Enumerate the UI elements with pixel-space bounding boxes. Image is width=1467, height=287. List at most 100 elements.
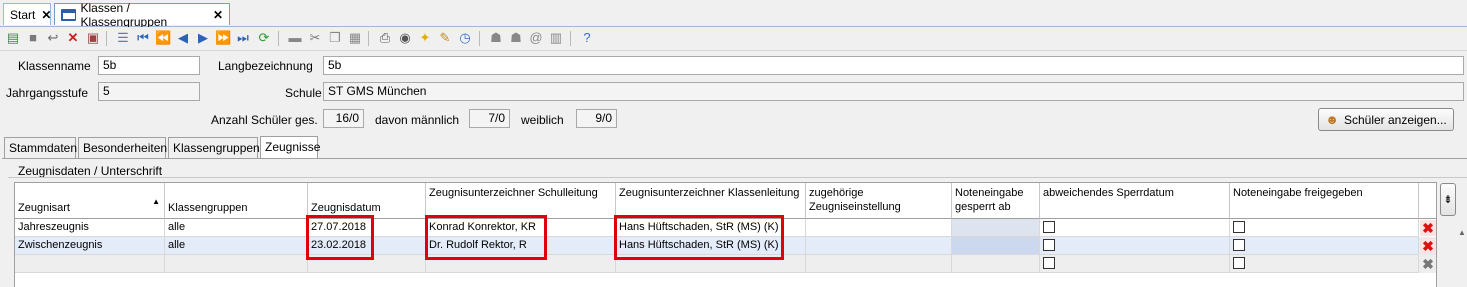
delete-icon[interactable]: ✕ — [65, 30, 81, 46]
next-record-icon[interactable]: ▶ — [195, 30, 211, 46]
sperrdatum-checkbox[interactable] — [1043, 257, 1055, 269]
preview-icon[interactable]: ◉ — [397, 30, 413, 46]
column-chooser-button[interactable]: ⇟ — [1440, 183, 1456, 216]
user-group-icon[interactable]: ☗ — [508, 30, 524, 46]
cell-sperrdatum[interactable] — [1040, 219, 1230, 237]
column-header-zeugnisart[interactable]: Zeugnisart ▲ — [15, 183, 165, 219]
toolbar: ▤ ■ ↩ ✕ ▣ ☰ ⏮ ⏪ ◀ ▶ ⏩ ⏭ ⟳ ▬ ✂ ❐ ▦ ⎙ ◉ ✦ … — [0, 27, 1467, 51]
cell-zeugnisart[interactable]: Zwischenzeugnis — [15, 237, 165, 255]
cell-klassengruppen[interactable]: alle — [165, 219, 308, 237]
tab-start-label: Start — [10, 7, 36, 22]
freigegeben-checkbox[interactable] — [1233, 257, 1245, 269]
copy-icon[interactable]: ❐ — [327, 30, 343, 46]
cell-gesperrt-ab — [952, 237, 1040, 255]
students-icon: ☻ — [1325, 112, 1339, 127]
highlight-schulleitung — [425, 215, 547, 260]
column-header-zeugnisdatum[interactable]: Zeugnisdatum — [308, 183, 426, 219]
paste-icon[interactable]: ▦ — [347, 30, 363, 46]
freigegeben-checkbox[interactable] — [1233, 239, 1245, 251]
brush-icon[interactable]: ✎ — [437, 30, 453, 46]
separator — [278, 31, 279, 46]
jahrgangsstufe-field[interactable]: 5 — [98, 82, 200, 101]
schule-field[interactable]: ST GMS München — [323, 82, 1464, 101]
export-icon[interactable]: ▥ — [548, 30, 564, 46]
delete-row-icon[interactable]: ✖ — [1420, 256, 1436, 272]
tab-stammdaten[interactable]: Stammdaten — [4, 137, 77, 158]
cell-freigegeben[interactable] — [1230, 219, 1419, 237]
group-title: Zeugnisdaten / Unterschrift — [18, 164, 163, 178]
new-record-icon[interactable]: ▤ — [5, 30, 21, 46]
maennlich-value: 7/0 — [469, 109, 510, 128]
highlight-zeugnisdatum — [306, 215, 374, 260]
last-record-icon[interactable]: ⏭ — [235, 30, 251, 46]
lightbulb-icon[interactable]: ✦ — [417, 30, 433, 46]
cell-zeugniseinstellung[interactable] — [806, 255, 952, 273]
window-icon — [61, 8, 76, 21]
cell-freigegeben[interactable] — [1230, 255, 1419, 273]
clock-icon[interactable]: ◷ — [457, 30, 473, 46]
tab-klassen-label: Klassen / Klassengruppen — [80, 0, 168, 29]
separator — [106, 31, 107, 46]
first-record-icon[interactable]: ⏮ — [135, 30, 151, 46]
cell-freigegeben[interactable] — [1230, 237, 1419, 255]
column-header-label: Klassengruppen — [168, 202, 248, 214]
delete-row-icon[interactable]: ✖ — [1420, 238, 1436, 254]
cell-zeugniseinstellung[interactable] — [806, 237, 952, 255]
previous-record-icon[interactable]: ◀ — [175, 30, 191, 46]
separator — [570, 31, 571, 46]
close-icon[interactable]: ✕ — [213, 8, 223, 22]
tab-klassen[interactable]: Klassen / Klassengruppen ✕ — [54, 1, 230, 29]
at-icon[interactable]: @ — [528, 30, 544, 46]
list-icon[interactable]: ☰ — [115, 30, 131, 46]
klassenname-field[interactable]: 5b — [98, 56, 200, 75]
sperrdatum-checkbox[interactable] — [1043, 221, 1055, 233]
freigegeben-checkbox[interactable] — [1233, 221, 1245, 233]
previous-page-icon[interactable]: ⏪ — [155, 30, 171, 46]
print-icon[interactable]: ⎙ — [377, 30, 393, 46]
column-header-label: Zeugnisart — [18, 202, 70, 214]
maennlich-label: davon männlich — [375, 113, 460, 127]
column-header-zeugniseinstellung[interactable]: zugehörige Zeugniseinstellung — [806, 183, 952, 219]
column-header-sperrdatum[interactable]: abweichendes Sperrdatum — [1040, 183, 1230, 219]
column-chooser-icon: ⇟ — [1443, 194, 1453, 206]
tab-besonderheiten[interactable]: Besonderheiten — [78, 137, 167, 158]
delete-row-icon[interactable]: ✖ — [1420, 220, 1436, 236]
column-header-freigegeben[interactable]: Noteneingabe freigegeben — [1230, 183, 1419, 219]
separator — [368, 31, 369, 46]
undo-icon[interactable]: ↩ — [45, 30, 61, 46]
tab-klassengruppen[interactable]: Klassengruppen — [168, 137, 260, 158]
next-page-icon[interactable]: ⏩ — [215, 30, 231, 46]
cut-icon[interactable]: ✂ — [307, 30, 323, 46]
delete-record-icon[interactable]: ▣ — [85, 30, 101, 46]
close-icon[interactable]: ✕ — [41, 8, 51, 22]
save-icon[interactable]: ■ — [25, 30, 41, 46]
column-header-schulleitung[interactable]: Zeugnisunterzeichner Schulleitung — [426, 183, 616, 219]
cell-zeugnisart[interactable] — [15, 255, 165, 273]
cell-zeugnisart[interactable]: Jahreszeugnis — [15, 219, 165, 237]
column-header-gesperrt-ab[interactable]: Noteneingabe gesperrt ab — [952, 183, 1040, 219]
langbezeichnung-label: Langbezeichnung — [218, 59, 313, 73]
klassenname-label: Klassenname — [18, 59, 91, 73]
cell-sperrdatum[interactable] — [1040, 237, 1230, 255]
refresh-icon[interactable]: ⟳ — [256, 30, 272, 46]
cell-sperrdatum[interactable] — [1040, 255, 1230, 273]
tab-start[interactable]: Start ✕ — [3, 3, 51, 25]
column-header-actions — [1419, 183, 1436, 219]
langbezeichnung-field[interactable]: 5b — [323, 56, 1464, 75]
column-header-label: Zeugnisdatum — [311, 202, 381, 214]
tab-zeugnisse[interactable]: Zeugnisse — [260, 136, 320, 158]
scroll-up-icon[interactable]: ▲ — [1458, 228, 1466, 237]
cell-gesperrt-ab — [952, 255, 1040, 273]
cell-klassengruppen[interactable] — [165, 255, 308, 273]
help-icon[interactable]: ? — [579, 30, 595, 46]
column-header-klassengruppen[interactable]: Klassengruppen — [165, 183, 308, 219]
minus-icon[interactable]: ▬ — [287, 30, 303, 46]
jahrgangsstufe-label: Jahrgangsstufe — [6, 86, 89, 100]
document-tab-bar: Start ✕ Klassen / Klassengruppen ✕ — [0, 0, 1467, 29]
users-icon[interactable]: ☗ — [488, 30, 504, 46]
column-header-klassenleitung[interactable]: Zeugnisunterzeichner Klassenleitung — [616, 183, 806, 219]
show-students-button[interactable]: ☻ Schüler anzeigen... — [1318, 108, 1454, 131]
cell-klassengruppen[interactable]: alle — [165, 237, 308, 255]
sperrdatum-checkbox[interactable] — [1043, 239, 1055, 251]
cell-zeugniseinstellung[interactable] — [806, 219, 952, 237]
